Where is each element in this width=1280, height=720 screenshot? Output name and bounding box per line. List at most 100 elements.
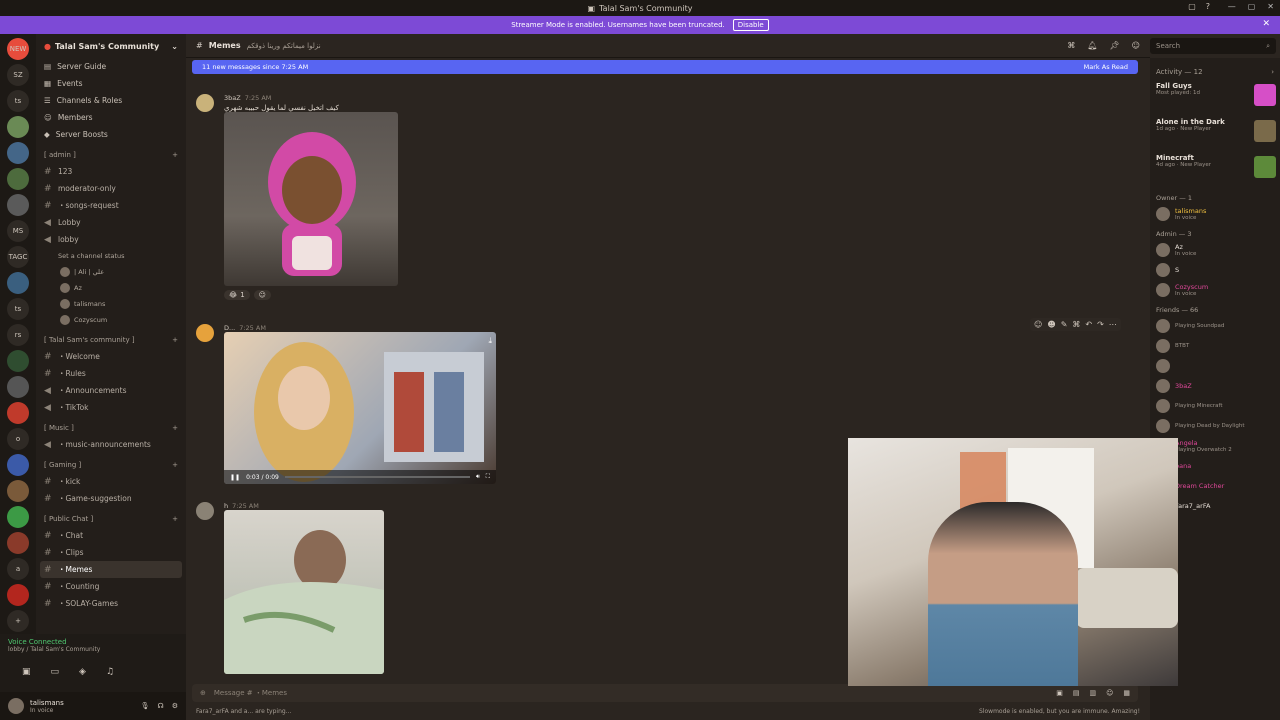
add-attachment-icon[interactable]: ⊕	[200, 689, 206, 697]
volume-icon[interactable]: 🔊︎	[476, 473, 480, 481]
channel-item[interactable]: ◀ ・music-announcements	[36, 436, 186, 453]
reply-icon[interactable]: ↶	[1085, 320, 1092, 329]
sidebar-item[interactable]: ☰ Channels & Roles	[36, 92, 186, 109]
mark-as-read-button[interactable]: Mark As Read	[1084, 63, 1128, 71]
plus-icon[interactable]: +	[172, 151, 178, 159]
channel-item[interactable]: # ・Counting	[36, 578, 186, 595]
member-item[interactable]: 3baZ	[1150, 376, 1280, 396]
category-header[interactable]: [ admin ] +	[36, 147, 186, 163]
soundboard-icon[interactable]: ♫	[106, 667, 114, 677]
member-item[interactable]: Playing Dead by Daylight	[1150, 416, 1280, 436]
server-icon[interactable]: ts	[7, 298, 29, 320]
more-icon[interactable]: ⋯	[1109, 320, 1117, 329]
member-item[interactable]: Playing Minecraft	[1150, 396, 1280, 416]
channel-item[interactable]: ◀ ・TikTok	[36, 399, 186, 416]
pause-icon[interactable]: ❚❚	[230, 474, 240, 481]
close-icon[interactable]: ✕	[1262, 19, 1270, 29]
channel-item[interactable]: # ・kick	[36, 473, 186, 490]
disable-streamer-button[interactable]: Disable	[732, 19, 769, 31]
server-icon[interactable]	[7, 116, 29, 138]
voice-location[interactable]: lobby / Talal Sam's Community	[0, 646, 186, 653]
search-input[interactable]: Search ⌕	[1150, 38, 1276, 54]
sticker-icon[interactable]: ▥	[1089, 689, 1096, 697]
server-icon[interactable]: +	[7, 610, 29, 632]
channel-item[interactable]: # moderator-only	[36, 180, 186, 197]
activity-card[interactable]: Minecraft 4d ago · New Player	[1150, 152, 1280, 188]
close-window-button[interactable]: ✕	[1267, 2, 1274, 11]
channel-item[interactable]: # ・Memes	[40, 561, 182, 578]
server-icon[interactable]	[7, 376, 29, 398]
channel-item[interactable]: # ・Welcome	[36, 348, 186, 365]
sidebar-item[interactable]: ☺ Members	[36, 109, 186, 126]
message-author[interactable]: h	[224, 502, 228, 510]
category-header[interactable]: [ Music ] +	[36, 420, 186, 436]
member-item[interactable]: Az In voice	[1150, 240, 1280, 260]
video-progress[interactable]	[284, 476, 471, 478]
server-icon[interactable]: ts	[7, 90, 29, 112]
channel-item[interactable]: ◀ ・Announcements	[36, 382, 186, 399]
emoji-picker-icon[interactable]: ☺	[1106, 689, 1113, 697]
activity-card[interactable]: Fall Guys Most played: 1d	[1150, 80, 1280, 116]
gif-icon[interactable]: ▤	[1073, 689, 1080, 697]
channel-item[interactable]: # ・Clips	[36, 544, 186, 561]
voice-user[interactable]: Cozyscum	[36, 312, 186, 328]
pin-icon[interactable]: 📌︎	[1110, 41, 1120, 50]
server-header[interactable]: ● Talal Sam's Community ⌄	[36, 34, 186, 58]
server-icon[interactable]	[7, 584, 29, 606]
server-icon[interactable]	[7, 194, 29, 216]
channel-item[interactable]: # ・Rules	[36, 365, 186, 382]
plus-icon[interactable]: +	[172, 424, 178, 432]
apps-icon[interactable]: ▦	[1123, 689, 1130, 697]
server-icon[interactable]	[7, 454, 29, 476]
download-icon[interactable]: ⤓	[488, 336, 492, 346]
meme-image[interactable]	[224, 112, 398, 286]
thread-icon[interactable]: ⌘	[1072, 320, 1080, 329]
new-messages-bar[interactable]: 11 new messages since 7:25 AM Mark As Re…	[192, 60, 1138, 74]
member-list-icon[interactable]: ☺	[1132, 41, 1140, 50]
edit-icon[interactable]: ✎	[1061, 320, 1068, 329]
chevron-right-icon[interactable]: ›	[1271, 68, 1274, 76]
server-icon[interactable]	[7, 350, 29, 372]
minimize-button[interactable]: —	[1228, 2, 1236, 11]
channel-item[interactable]: ◀ Lobby	[36, 214, 186, 231]
reaction-icon[interactable]: ☻	[1047, 320, 1055, 329]
message-composer[interactable]: ⊕ Message # ・Memes ▣ ▤ ▥ ☺ ▦	[192, 684, 1138, 702]
server-icon[interactable]: a	[7, 558, 29, 580]
channel-item[interactable]: # ・Game-suggestion	[36, 490, 186, 507]
voice-user[interactable]: | Ali | علي	[36, 264, 186, 280]
sidebar-item[interactable]: ▦ Events	[36, 75, 186, 92]
sidebar-item[interactable]: ▤ Server Guide	[36, 58, 186, 75]
voice-user[interactable]: Az	[36, 280, 186, 296]
category-header[interactable]: [ Talal Sam's community ] +	[36, 332, 186, 348]
channel-topic[interactable]: نزلوا ميماتكم ورينا ذوقكم	[247, 42, 321, 50]
avatar[interactable]	[196, 324, 214, 342]
threads-icon[interactable]: ⌘	[1067, 41, 1075, 50]
member-item[interactable]	[1150, 356, 1280, 376]
gift-icon[interactable]: ▣	[1056, 689, 1063, 697]
server-icon[interactable]: SZ	[7, 64, 29, 86]
voice-user[interactable]: talismans	[36, 296, 186, 312]
server-icon[interactable]: MS	[7, 220, 29, 242]
channel-item[interactable]: #123	[36, 163, 186, 180]
screen-share-icon[interactable]: ▭	[51, 667, 60, 677]
video-player[interactable]: ⤓ ❚❚ 0:03 / 0:09 🔊︎ ⛶	[224, 332, 496, 484]
activity-card[interactable]: Alone in the Dark 1d ago · New Player	[1150, 116, 1280, 152]
settings-gear-icon[interactable]: ⚙	[172, 702, 178, 710]
message-input[interactable]: Message # ・Memes	[214, 688, 287, 698]
server-icon[interactable]	[7, 506, 29, 528]
message-author[interactable]: D...	[224, 324, 235, 332]
maximize-button[interactable]: ▢	[1248, 2, 1256, 11]
channel-item[interactable]: # ・songs-request	[36, 197, 186, 214]
reaction-pill[interactable]: 😂 1	[224, 290, 250, 300]
fullscreen-icon[interactable]: ⛶	[486, 473, 490, 481]
emoji-icon[interactable]: ☺	[1034, 320, 1042, 329]
avatar[interactable]	[196, 94, 214, 112]
server-icon[interactable]: TAGC	[7, 246, 29, 268]
server-icon[interactable]	[7, 168, 29, 190]
category-header[interactable]: [ Public Chat ] +	[36, 511, 186, 527]
mic-icon[interactable]: 🎙︎	[141, 702, 150, 710]
activity-icon[interactable]: ◈	[79, 667, 86, 677]
channel-item[interactable]: ◀ lobby	[36, 231, 186, 248]
member-item[interactable]: S	[1150, 260, 1280, 280]
headphones-icon[interactable]: ☊	[158, 702, 164, 710]
